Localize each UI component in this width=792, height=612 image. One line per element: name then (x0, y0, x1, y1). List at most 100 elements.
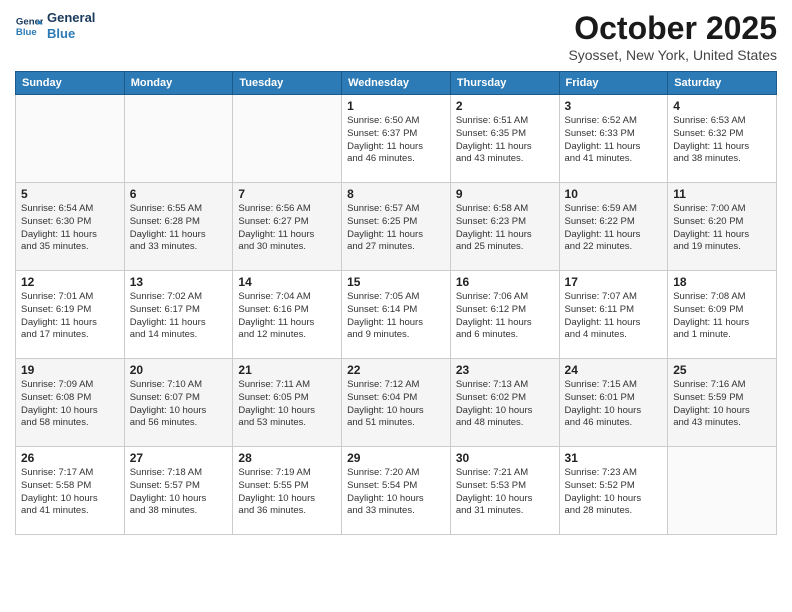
svg-text:Blue: Blue (16, 26, 37, 37)
col-friday: Friday (559, 72, 668, 95)
calendar-cell: 6 Sunrise: 6:55 AMSunset: 6:28 PMDaylight… (124, 183, 233, 271)
calendar-cell (16, 95, 125, 183)
day-info: Sunrise: 7:13 AMSunset: 6:02 PMDaylight:… (456, 379, 554, 430)
day-info: Sunrise: 7:17 AMSunset: 5:58 PMDaylight:… (21, 467, 119, 518)
day-number: 26 (21, 451, 119, 465)
location: Syosset, New York, United States (568, 47, 777, 63)
day-info: Sunrise: 6:52 AMSunset: 6:33 PMDaylight:… (565, 115, 663, 166)
day-info: Sunrise: 7:10 AMSunset: 6:07 PMDaylight:… (130, 379, 228, 430)
day-info: Sunrise: 7:21 AMSunset: 5:53 PMDaylight:… (456, 467, 554, 518)
day-info: Sunrise: 6:57 AMSunset: 6:25 PMDaylight:… (347, 203, 445, 254)
calendar-cell: 2 Sunrise: 6:51 AMSunset: 6:35 PMDaylight… (450, 95, 559, 183)
week-row-5: 26 Sunrise: 7:17 AMSunset: 5:58 PMDayligh… (16, 447, 777, 535)
day-number: 20 (130, 363, 228, 377)
day-info: Sunrise: 7:23 AMSunset: 5:52 PMDaylight:… (565, 467, 663, 518)
calendar-cell (124, 95, 233, 183)
calendar-cell: 11Sunrise: 7:00 AMSunset: 6:20 PMDayligh… (668, 183, 777, 271)
calendar-cell: 7 Sunrise: 6:56 AMSunset: 6:27 PMDaylight… (233, 183, 342, 271)
calendar-cell: 29Sunrise: 7:20 AMSunset: 5:54 PMDayligh… (342, 447, 451, 535)
day-info: Sunrise: 6:56 AMSunset: 6:27 PMDaylight:… (238, 203, 336, 254)
logo-line1: General (47, 10, 95, 26)
header: General Blue General Blue October 2025 S… (15, 10, 777, 63)
day-info: Sunrise: 7:04 AMSunset: 6:16 PMDaylight:… (238, 291, 336, 342)
calendar-cell: 24Sunrise: 7:15 AMSunset: 6:01 PMDayligh… (559, 359, 668, 447)
day-info: Sunrise: 6:54 AMSunset: 6:30 PMDaylight:… (21, 203, 119, 254)
day-info: Sunrise: 7:18 AMSunset: 5:57 PMDaylight:… (130, 467, 228, 518)
day-number: 24 (565, 363, 663, 377)
day-info: Sunrise: 6:55 AMSunset: 6:28 PMDaylight:… (130, 203, 228, 254)
calendar-cell: 3 Sunrise: 6:52 AMSunset: 6:33 PMDaylight… (559, 95, 668, 183)
calendar-cell: 25 Sunrise: 7:16 AMSunset: 5:59 PMDayligh… (668, 359, 777, 447)
calendar-cell: 4 Sunrise: 6:53 AMSunset: 6:32 PMDaylight… (668, 95, 777, 183)
calendar-cell: 15 Sunrise: 7:05 AMSunset: 6:14 PMDayligh… (342, 271, 451, 359)
day-number: 16 (456, 275, 554, 289)
col-saturday: Saturday (668, 72, 777, 95)
day-number: 8 (347, 187, 445, 201)
calendar-cell: 14Sunrise: 7:04 AMSunset: 6:16 PMDayligh… (233, 271, 342, 359)
calendar-cell: 12Sunrise: 7:01 AMSunset: 6:19 PMDayligh… (16, 271, 125, 359)
day-info: Sunrise: 6:59 AMSunset: 6:22 PMDaylight:… (565, 203, 663, 254)
day-number: 2 (456, 99, 554, 113)
calendar-cell: 9Sunrise: 6:58 AMSunset: 6:23 PMDaylight… (450, 183, 559, 271)
day-number: 3 (565, 99, 663, 113)
day-info: Sunrise: 7:19 AMSunset: 5:55 PMDaylight:… (238, 467, 336, 518)
day-number: 7 (238, 187, 336, 201)
day-number: 27 (130, 451, 228, 465)
day-info: Sunrise: 6:58 AMSunset: 6:23 PMDaylight:… (456, 203, 554, 254)
calendar-cell: 27 Sunrise: 7:18 AMSunset: 5:57 PMDayligh… (124, 447, 233, 535)
day-number: 4 (673, 99, 771, 113)
calendar-cell: 30 Sunrise: 7:21 AMSunset: 5:53 PMDayligh… (450, 447, 559, 535)
day-info: Sunrise: 7:01 AMSunset: 6:19 PMDaylight:… (21, 291, 119, 342)
col-monday: Monday (124, 72, 233, 95)
day-number: 23 (456, 363, 554, 377)
logo: General Blue General Blue (15, 10, 95, 41)
week-row-3: 12Sunrise: 7:01 AMSunset: 6:19 PMDayligh… (16, 271, 777, 359)
day-number: 22 (347, 363, 445, 377)
calendar-cell: 31 Sunrise: 7:23 AMSunset: 5:52 PMDayligh… (559, 447, 668, 535)
logo-icon: General Blue (15, 12, 43, 40)
day-info: Sunrise: 7:11 AMSunset: 6:05 PMDaylight:… (238, 379, 336, 430)
day-info: Sunrise: 6:51 AMSunset: 6:35 PMDaylight:… (456, 115, 554, 166)
day-info: Sunrise: 7:05 AMSunset: 6:14 PMDaylight:… (347, 291, 445, 342)
day-number: 18 (673, 275, 771, 289)
day-number: 30 (456, 451, 554, 465)
day-number: 25 (673, 363, 771, 377)
day-number: 11 (673, 187, 771, 201)
calendar-cell: 28 Sunrise: 7:19 AMSunset: 5:55 PMDayligh… (233, 447, 342, 535)
week-row-1: 1 Sunrise: 6:50 AMSunset: 6:37 PMDaylight… (16, 95, 777, 183)
calendar-cell: 16 Sunrise: 7:06 AMSunset: 6:12 PMDayligh… (450, 271, 559, 359)
day-number: 21 (238, 363, 336, 377)
day-info: Sunrise: 7:08 AMSunset: 6:09 PMDaylight:… (673, 291, 771, 342)
day-number: 13 (130, 275, 228, 289)
logo-line2: Blue (47, 26, 95, 42)
calendar-cell: 18 Sunrise: 7:08 AMSunset: 6:09 PMDayligh… (668, 271, 777, 359)
title-area: October 2025 Syosset, New York, United S… (568, 10, 777, 63)
calendar-cell: 26 Sunrise: 7:17 AMSunset: 5:58 PMDayligh… (16, 447, 125, 535)
calendar-cell: 22Sunrise: 7:12 AMSunset: 6:04 PMDayligh… (342, 359, 451, 447)
day-info: Sunrise: 7:06 AMSunset: 6:12 PMDaylight:… (456, 291, 554, 342)
month-title: October 2025 (568, 10, 777, 47)
calendar-table: Sunday Monday Tuesday Wednesday Thursday… (15, 71, 777, 535)
day-number: 31 (565, 451, 663, 465)
calendar-cell: 8 Sunrise: 6:57 AMSunset: 6:25 PMDaylight… (342, 183, 451, 271)
day-number: 28 (238, 451, 336, 465)
calendar-cell: 23 Sunrise: 7:13 AMSunset: 6:02 PMDayligh… (450, 359, 559, 447)
main-container: General Blue General Blue October 2025 S… (0, 0, 792, 540)
day-number: 17 (565, 275, 663, 289)
week-row-4: 19 Sunrise: 7:09 AMSunset: 6:08 PMDayligh… (16, 359, 777, 447)
day-info: Sunrise: 7:09 AMSunset: 6:08 PMDaylight:… (21, 379, 119, 430)
day-number: 1 (347, 99, 445, 113)
day-number: 19 (21, 363, 119, 377)
day-number: 5 (21, 187, 119, 201)
day-info: Sunrise: 6:53 AMSunset: 6:32 PMDaylight:… (673, 115, 771, 166)
col-wednesday: Wednesday (342, 72, 451, 95)
day-info: Sunrise: 7:16 AMSunset: 5:59 PMDaylight:… (673, 379, 771, 430)
day-info: Sunrise: 6:50 AMSunset: 6:37 PMDaylight:… (347, 115, 445, 166)
day-number: 15 (347, 275, 445, 289)
calendar-header-row: Sunday Monday Tuesday Wednesday Thursday… (16, 72, 777, 95)
day-number: 6 (130, 187, 228, 201)
col-thursday: Thursday (450, 72, 559, 95)
calendar-cell: 10Sunrise: 6:59 AMSunset: 6:22 PMDayligh… (559, 183, 668, 271)
day-info: Sunrise: 7:20 AMSunset: 5:54 PMDaylight:… (347, 467, 445, 518)
calendar-cell: 13Sunrise: 7:02 AMSunset: 6:17 PMDayligh… (124, 271, 233, 359)
